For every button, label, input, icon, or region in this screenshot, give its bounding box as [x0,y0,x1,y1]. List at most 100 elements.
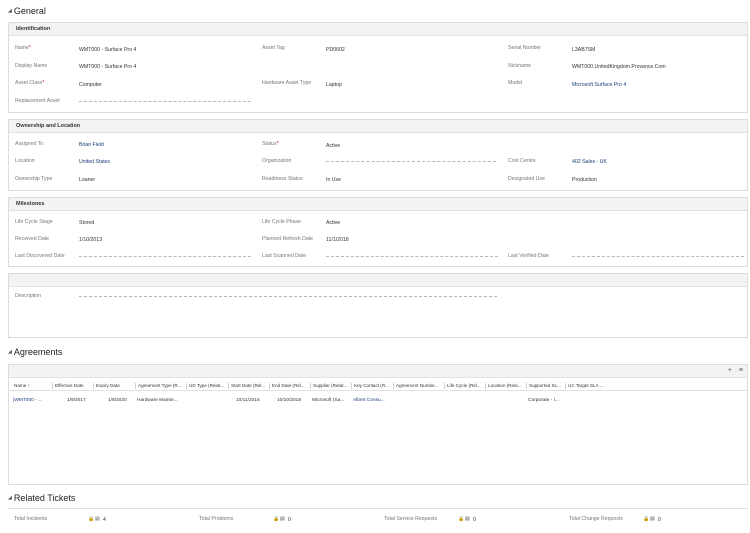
description-field[interactable] [79,296,497,297]
display-name-label: Display Name [15,63,48,69]
display-name-value[interactable]: WMT000 - Surface Pro 4 [79,64,136,70]
lock-icon: 🔒 [88,516,95,522]
total-service-requests-count[interactable]: 0 [473,517,476,523]
row-key-contact[interactable]: Albert Consu... [353,398,385,403]
add-icon[interactable]: + [728,367,732,374]
column-header-key-contact[interactable]: Key Contact (R... [351,383,392,389]
name-value[interactable]: WMT000 - Surface Pro 4 [79,47,136,53]
nickname-value[interactable]: WMT000.UnitedKingdom.Provance.Com [572,64,666,70]
readiness-status-value[interactable]: In Use [326,177,341,183]
identification-panel: Identification Name* WMT000 - Surface Pr… [8,22,748,113]
row-start-date: 10/11/2016 [236,398,260,403]
location-value[interactable]: United States [79,159,110,165]
general-section-toggle[interactable]: ◢ General [8,6,46,16]
lock-icon: 🔒 [458,516,465,522]
ownership-type-value[interactable]: Loaner [79,177,95,183]
total-change-requests-count[interactable]: 0 [658,517,661,523]
row-supplier: Microsoft (Sa... [312,398,345,403]
column-header-effective-date[interactable]: Effective Date [52,383,92,389]
ownership-title: Ownership and Location [9,120,747,133]
column-header-supported-sla[interactable]: Supported SL... [526,383,564,389]
nickname-label: Nickname [508,63,532,69]
life-cycle-phase-value[interactable]: Active [326,220,340,226]
description-panel: Description [8,273,748,338]
identification-title: Identification [9,23,747,36]
grid-header: Name ↑ Effective Date Expiry Date Agreem… [9,381,747,391]
row-supported-sla: Corporate - I... [528,398,559,403]
cost-centre-value[interactable]: 402 Sales - UK [572,159,607,165]
column-header-ud-type[interactable]: UD Type (Relat... [186,383,227,389]
row-name[interactable]: [WMT000 - ... [13,398,42,403]
ticket-icon[interactable]: ▤ [465,516,470,522]
column-header-start-date[interactable]: Start Date (Rel... [228,383,268,389]
general-section-title: General [13,6,46,16]
last-verified-date-field[interactable] [572,256,744,257]
description-label: Description [15,293,41,299]
total-problems-count[interactable]: 0 [288,517,291,523]
column-header-uc-target-sla[interactable]: UC Target SLA ... [565,383,609,389]
total-incidents-count[interactable]: 4 [103,517,106,523]
last-discovered-date-field[interactable] [79,256,251,257]
life-cycle-stage-value[interactable]: Stored [79,220,94,226]
row-agreement-type: Hardware Mainte... [137,398,178,403]
asset-class-label: Asset Class* [15,80,45,86]
collapse-icon: ◢ [8,495,12,501]
last-scanned-date-field[interactable] [326,256,498,257]
total-problems-label: Total Problems [199,516,234,522]
milestones-title: Milestones [9,198,747,211]
column-header-life-cycle[interactable]: Life Cycle (Rel... [444,383,484,389]
asset-class-value[interactable]: Computer [79,82,102,88]
description-panel-head [9,274,747,287]
name-label: Name* [15,45,31,51]
lock-icon: 🔒 [273,516,280,522]
organization-label: Organization [262,158,292,164]
column-header-end-date[interactable]: End Date (Rel... [269,383,309,389]
column-header-name[interactable]: Name ↑ [12,383,50,389]
row-expiry-date: 1/8/2020 [108,398,127,403]
readiness-status-label: Readiness Status [262,176,303,182]
last-scanned-date-label: Last Scanned Date [262,253,307,259]
received-date-label: Received Date [15,236,50,242]
grid-toolbar: + ≡ [9,365,747,378]
organization-field[interactable] [326,161,496,162]
ticket-icon[interactable]: ▤ [650,516,655,522]
ownership-type-label: Ownership Type [15,176,53,182]
column-header-supplier[interactable]: Supplier (Relat... [310,383,350,389]
related-tickets-section-toggle[interactable]: ◢ Related Tickets [8,493,75,503]
designated-use-value[interactable]: Production [572,177,597,183]
agreements-section-toggle[interactable]: ◢ Agreements [8,347,62,357]
column-header-location[interactable]: Location (Rela... [485,383,525,389]
row-end-date: 10/10/2018 [277,398,302,403]
table-row[interactable]: [WMT000 - ... 1/9/2017 1/8/2020 Hardware… [9,398,747,408]
column-header-expiry-date[interactable]: Expiry Date [93,383,133,389]
last-verified-date-label: Last Verified Date [508,253,549,259]
replacement-asset-field[interactable] [79,101,251,102]
model-label: Model [508,80,523,86]
hardware-asset-type-value[interactable]: Laptop [326,82,342,88]
model-value[interactable]: Microsoft Surface Pro 4 [572,82,626,88]
designated-use-label: Designated Use [508,176,545,182]
serial-number-value[interactable]: L3AB7SM [572,47,595,53]
assigned-to-label: Assigned To [15,141,44,147]
asset-tag-value[interactable]: PD0602 [326,47,345,53]
serial-number-label: Serial Number [508,45,542,51]
agreements-section-title: Agreements [13,347,63,357]
column-header-agreement-number[interactable]: Agreement Numbe... [393,383,443,389]
planned-refresh-date-value[interactable]: 11/1/2018 [326,237,349,243]
last-discovered-date-label: Last Discovered Date [15,253,65,259]
cost-centre-label: Cost Centre [508,158,536,164]
total-incidents-label: Total Incidents [14,516,48,522]
agreements-grid: + ≡ Name ↑ Effective Date Expiry Date Ag… [8,364,748,485]
ticket-icon[interactable]: ▤ [280,516,285,522]
view-options-icon[interactable]: ≡ [739,367,743,374]
asset-tag-label: Asset Tag [262,45,285,51]
ticket-icon[interactable]: ▤ [95,516,100,522]
hardware-asset-type-label: Hardware Asset Type [262,80,312,86]
assigned-to-value[interactable]: Brian Field [79,142,104,148]
lock-icon: 🔒 [643,516,650,522]
column-header-agreement-type[interactable]: Agreement Type (R... [135,383,185,389]
received-date-value[interactable]: 1/10/2013 [79,237,102,243]
life-cycle-phase-label: Life Cycle Phase [262,219,301,225]
status-label: Status* [262,141,279,147]
status-value[interactable]: Active [326,143,340,149]
